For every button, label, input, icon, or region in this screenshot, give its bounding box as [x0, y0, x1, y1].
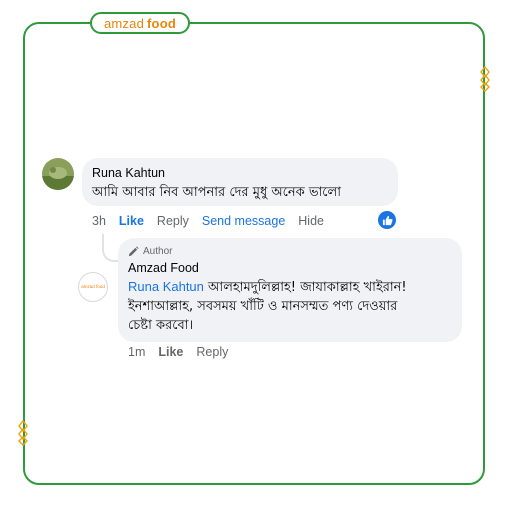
reply-author[interactable]: Amzad Food [128, 261, 452, 275]
mention-link[interactable]: Runa Kahtun [128, 279, 204, 294]
reply-button[interactable]: Reply [157, 214, 189, 228]
brand-logo-part1: amzad [104, 15, 145, 31]
reply-text-line1: আলহামদুলিল্লাহ! জাযাকাল্লাহ খাইরান! [203, 280, 407, 295]
pencil-icon [128, 246, 139, 257]
avatar[interactable]: amzad food [78, 272, 108, 302]
ornament-icon [479, 66, 491, 92]
comment-time[interactable]: 3h [92, 214, 106, 228]
reply-text: Runa Kahtun আলহামদুলিল্লাহ! জাযাকাল্লাহ … [128, 277, 452, 335]
reply-button[interactable]: Reply [196, 345, 228, 359]
ornament-icon [17, 420, 29, 446]
like-button[interactable]: Like [158, 345, 183, 359]
send-message-button[interactable]: Send message [202, 214, 285, 228]
brand-logo: amzad food [90, 12, 190, 34]
like-button[interactable]: Like [119, 214, 144, 228]
comment-actions: 3h Like Reply Send message Hide [92, 214, 324, 228]
comment-text: আমি আবার নিব আপনার দের মুধু অনেক ভালো [92, 185, 341, 200]
avatar[interactable] [42, 158, 74, 190]
like-icon[interactable] [378, 211, 396, 229]
comment-bubble: Runa Kahtun আমি আবার নিব আপনার দের মুধু … [82, 158, 398, 206]
avatar-logo-text: amzad food [81, 283, 105, 289]
comment-author[interactable]: Runa Kahtun [92, 166, 388, 180]
hide-button[interactable]: Hide [298, 214, 324, 228]
brand-logo-part2: food [147, 15, 176, 31]
author-badge-label: Author [143, 246, 173, 257]
reply-actions: 1m Like Reply [128, 345, 228, 359]
reply-bubble: Author Amzad Food Runa Kahtun আলহামদুলিল… [118, 238, 462, 342]
reply-time[interactable]: 1m [128, 345, 145, 359]
author-badge: Author [128, 246, 452, 257]
reply-text-line3: চেষ্টা করবো। [128, 318, 194, 333]
reply-text-line2: ইনশাআল্লাহ, সবসময় খাঁটি ও মানসম্মত পণ্য… [128, 299, 398, 314]
